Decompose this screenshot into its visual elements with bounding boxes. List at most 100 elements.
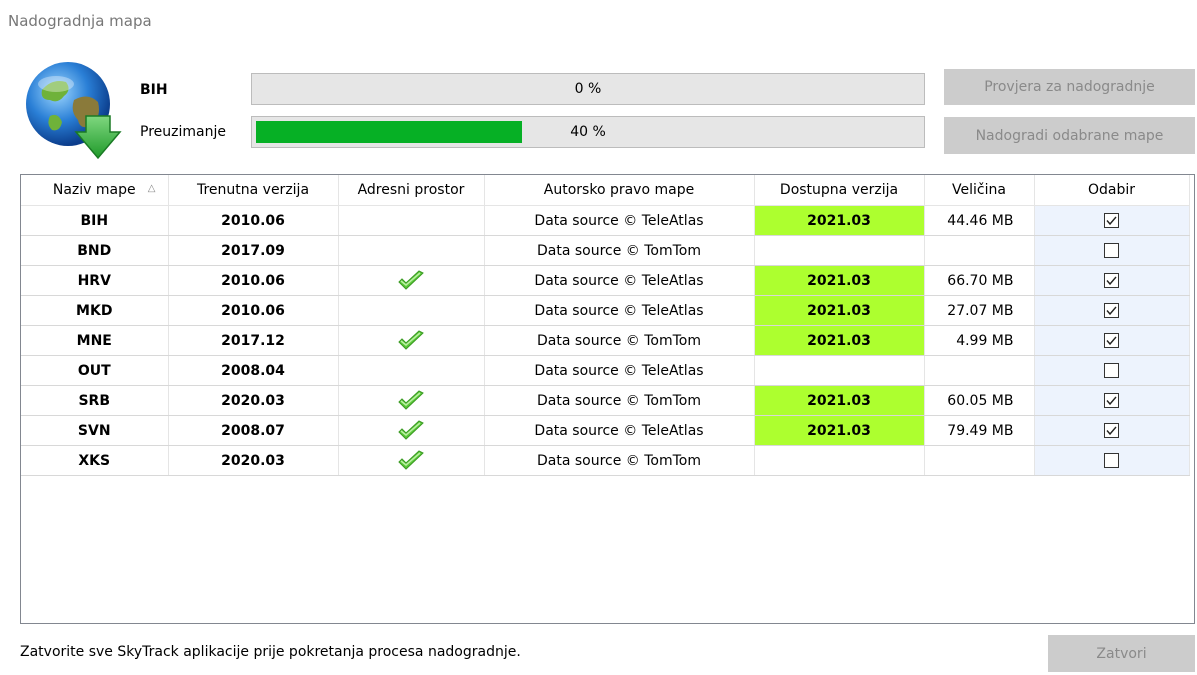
footer-note: Zatvorite sve SkyTrack aplikacije prije … — [20, 644, 521, 660]
copyright-cell: Data source © TeleAtlas — [484, 205, 755, 236]
available-version-cell: 2021.03 — [754, 295, 925, 326]
green-check-icon — [397, 389, 425, 412]
size-cell: 66.70 MB — [924, 265, 1035, 296]
sort-ascending-icon: △ — [147, 183, 156, 194]
address-space-cell — [338, 445, 485, 476]
window-title: Nadogradnja mapa — [8, 12, 152, 30]
size-cell: 60.05 MB — [924, 385, 1035, 416]
copyright-cell: Data source © TeleAtlas — [484, 265, 755, 296]
map-name-cell: OUT — [21, 355, 169, 386]
map-name-cell: MKD — [21, 295, 169, 326]
select-checkbox[interactable] — [1104, 303, 1119, 318]
table-row[interactable]: SVN 2008.07 Data source © TeleAtlas 2021.03… — [21, 415, 1190, 446]
selection-cell — [1034, 385, 1190, 416]
address-space-cell — [338, 265, 485, 296]
table-row[interactable]: HRV 2010.06 Data source © TeleAtlas 2021.03… — [21, 265, 1190, 296]
column-header-name[interactable]: Naziv mape △ — [21, 175, 169, 206]
size-cell: 4.99 MB — [924, 325, 1035, 356]
select-checkbox[interactable] — [1104, 423, 1119, 438]
green-check-icon — [397, 419, 425, 442]
check-updates-button[interactable]: Provjera za nadogradnje — [944, 69, 1195, 105]
download-progress-text: 40 % — [570, 124, 606, 140]
available-version-cell: 2021.03 — [754, 325, 925, 356]
map-name-label: BIH — [140, 82, 168, 98]
copyright-cell: Data source © TomTom — [484, 325, 755, 356]
select-checkbox[interactable] — [1104, 363, 1119, 378]
green-check-icon — [397, 329, 425, 352]
map-name-cell: SVN — [21, 415, 169, 446]
selection-cell — [1034, 325, 1190, 356]
available-version-cell: 2021.03 — [754, 415, 925, 446]
current-version-cell: 2010.06 — [168, 295, 339, 326]
column-header-address-space[interactable]: Adresni prostor — [338, 175, 485, 206]
copyright-cell: Data source © TeleAtlas — [484, 295, 755, 326]
map-name-cell: HRV — [21, 265, 169, 296]
close-button[interactable]: Zatvori — [1048, 635, 1195, 672]
selection-cell — [1034, 445, 1190, 476]
current-version-cell: 2017.09 — [168, 235, 339, 266]
table-row[interactable]: XKS 2020.03 Data source © TomTom — [21, 445, 1190, 476]
map-name-cell: BND — [21, 235, 169, 266]
selection-cell — [1034, 295, 1190, 326]
green-check-icon — [397, 269, 425, 292]
column-header-available-version[interactable]: Dostupna verzija — [754, 175, 925, 206]
map-name-cell: XKS — [21, 445, 169, 476]
size-cell — [924, 445, 1035, 476]
select-checkbox[interactable] — [1104, 213, 1119, 228]
globe-download-icon — [26, 62, 122, 160]
map-name-cell: SRB — [21, 385, 169, 416]
table-row[interactable]: BIH 2010.06 Data source © TeleAtlas 2021.03… — [21, 205, 1190, 236]
available-version-cell: 2021.03 — [754, 385, 925, 416]
current-version-cell: 2017.12 — [168, 325, 339, 356]
select-checkbox[interactable] — [1104, 333, 1119, 348]
current-version-cell: 2008.07 — [168, 415, 339, 446]
available-version-cell: 2021.03 — [754, 205, 925, 236]
update-selected-button[interactable]: Nadogradi odabrane mape — [944, 117, 1195, 154]
table-header-row: Naziv mape △ Trenutna verzija Adresni pro… — [21, 175, 1190, 206]
size-cell: 79.49 MB — [924, 415, 1035, 446]
copyright-cell: Data source © TomTom — [484, 445, 755, 476]
select-checkbox[interactable] — [1104, 453, 1119, 468]
map-progress-bar: 0 % — [251, 73, 925, 105]
copyright-cell: Data source © TeleAtlas — [484, 355, 755, 386]
selection-cell — [1034, 205, 1190, 236]
current-version-cell: 2010.06 — [168, 265, 339, 296]
copyright-cell: Data source © TomTom — [484, 235, 755, 266]
current-version-cell: 2010.06 — [168, 205, 339, 236]
address-space-cell — [338, 385, 485, 416]
selection-cell — [1034, 265, 1190, 296]
table-row[interactable]: MKD 2010.06 Data source © TeleAtlas 2021.03… — [21, 295, 1190, 326]
map-name-cell: MNE — [21, 325, 169, 356]
current-version-cell: 2020.03 — [168, 445, 339, 476]
selection-cell — [1034, 235, 1190, 266]
current-version-cell: 2008.04 — [168, 355, 339, 386]
selection-cell — [1034, 355, 1190, 386]
green-check-icon — [397, 449, 425, 472]
address-space-cell — [338, 325, 485, 356]
column-header-size[interactable]: Veličina — [924, 175, 1035, 206]
available-version-cell — [754, 235, 925, 266]
column-header-copyright[interactable]: Autorsko pravo mape — [484, 175, 755, 206]
current-version-cell: 2020.03 — [168, 385, 339, 416]
size-cell — [924, 235, 1035, 266]
map-name-cell: BIH — [21, 205, 169, 236]
available-version-cell — [754, 355, 925, 386]
table-row[interactable]: BND 2017.09 Data source © TomTom — [21, 235, 1190, 266]
size-cell: 27.07 MB — [924, 295, 1035, 326]
address-space-cell — [338, 295, 485, 326]
table-row[interactable]: OUT 2008.04 Data source © TeleAtlas — [21, 355, 1190, 386]
copyright-cell: Data source © TomTom — [484, 385, 755, 416]
table-row[interactable]: MNE 2017.12 Data source © TomTom 2021.03 4.9… — [21, 325, 1190, 356]
select-checkbox[interactable] — [1104, 393, 1119, 408]
address-space-cell — [338, 355, 485, 386]
select-checkbox[interactable] — [1104, 243, 1119, 258]
address-space-cell — [338, 235, 485, 266]
select-checkbox[interactable] — [1104, 273, 1119, 288]
column-header-current-version[interactable]: Trenutna verzija — [168, 175, 339, 206]
available-version-cell: 2021.03 — [754, 265, 925, 296]
size-cell: 44.46 MB — [924, 205, 1035, 236]
table-row[interactable]: SRB 2020.03 Data source © TomTom 2021.03 60.… — [21, 385, 1190, 416]
address-space-cell — [338, 415, 485, 446]
map-progress-text: 0 % — [574, 81, 602, 97]
column-header-selection[interactable]: Odabir — [1034, 175, 1190, 206]
